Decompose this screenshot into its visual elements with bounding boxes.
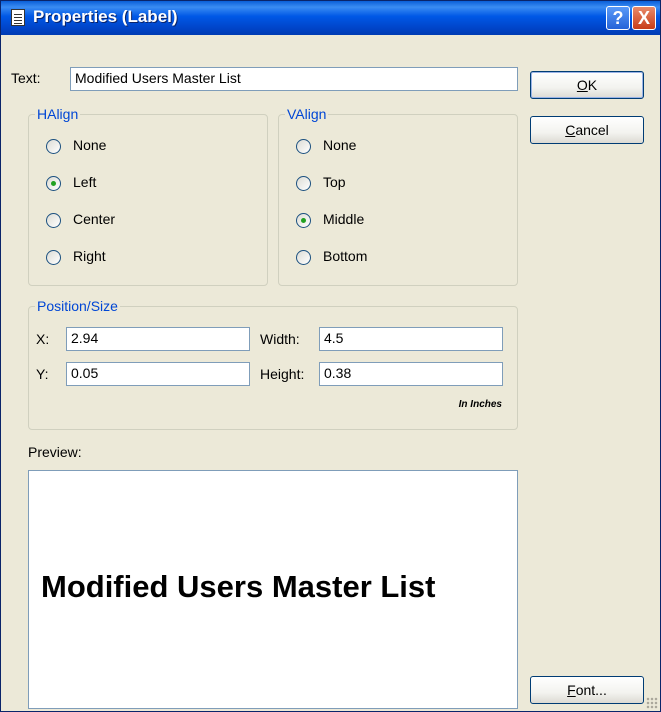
height-label: Height: (260, 366, 305, 382)
halign-legend: HAlign (35, 106, 81, 122)
preview-pane: Modified Users Master List (28, 470, 518, 709)
text-label: Text: (11, 70, 41, 86)
halign-none-label: None (73, 137, 107, 153)
position-size-group: Position/Size X: 2.94 Width: 4.5 Y: 0.05… (28, 298, 518, 430)
radio-circle-selected (296, 213, 311, 228)
valign-none-label: None (323, 137, 357, 153)
cancel-button[interactable]: Cancel (530, 116, 644, 144)
text-input[interactable]: Modified Users Master List (70, 67, 518, 91)
valign-bottom-label: Bottom (323, 248, 368, 264)
font-button[interactable]: Font... (530, 676, 644, 704)
radio-circle (46, 139, 61, 154)
valign-group: VAlign None Top Middle Bottom (278, 106, 518, 286)
valign-middle-label: Middle (323, 211, 365, 227)
x-label: X: (36, 331, 50, 347)
ok-button[interactable]: OK (530, 71, 644, 99)
radio-circle (296, 139, 311, 154)
x-input[interactable]: 2.94 (66, 327, 250, 351)
radio-circle (46, 250, 61, 265)
halign-right-label: Right (73, 248, 106, 264)
properties-dialog: Properties (Label) ? X Text: Modified Us… (0, 0, 661, 712)
resize-grip-icon[interactable] (646, 697, 658, 709)
ok-accel: O (576, 77, 588, 93)
window-title: Properties (Label) (33, 7, 178, 26)
halign-center-label: Center (73, 211, 116, 227)
radio-circle-selected (46, 176, 61, 191)
radio-circle (296, 250, 311, 265)
width-input[interactable]: 4.5 (319, 327, 503, 351)
halign-left-label: Left (73, 174, 97, 190)
font-accel: F (567, 682, 576, 698)
preview-label: Preview: (28, 444, 82, 460)
document-icon (11, 9, 25, 26)
height-input[interactable]: 0.38 (319, 362, 503, 386)
help-button[interactable]: ? (606, 6, 630, 30)
y-input[interactable]: 0.05 (66, 362, 250, 386)
close-button[interactable]: X (632, 6, 656, 30)
radio-circle (46, 213, 61, 228)
radio-circle (296, 176, 311, 191)
halign-group: HAlign None Left Center Right (28, 106, 268, 286)
y-label: Y: (36, 366, 49, 382)
cancel-rest: ancel (575, 122, 609, 138)
valign-legend: VAlign (285, 106, 329, 122)
ok-rest: K (587, 77, 598, 93)
title-bar[interactable]: Properties (Label) ? X (1, 1, 660, 35)
position-size-legend: Position/Size (35, 298, 120, 314)
preview-text: Modified Users Master List (41, 569, 436, 604)
width-label: Width: (260, 331, 300, 347)
font-rest: ont... (575, 682, 607, 698)
units-note: In Inches (458, 399, 502, 410)
cancel-accel: C (565, 122, 576, 138)
valign-top-label: Top (323, 174, 346, 190)
